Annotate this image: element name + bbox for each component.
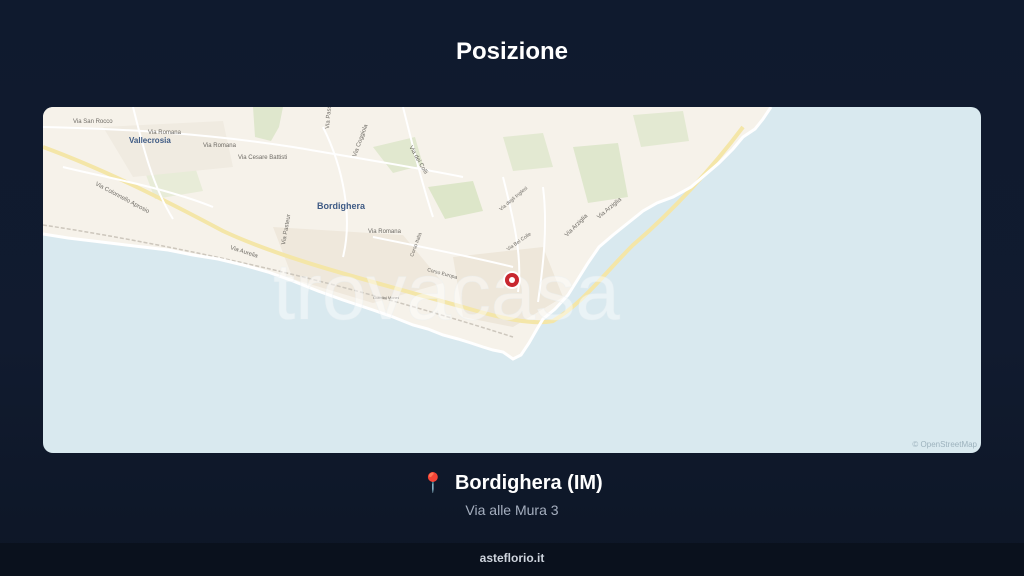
street-label: Via San Rocco bbox=[73, 119, 113, 125]
watermark: trovacasa bbox=[273, 247, 620, 336]
pin-icon: 📍 bbox=[421, 472, 445, 494]
town-label-vallecrosia: Vallecrosia bbox=[129, 136, 171, 145]
city-row: 📍 Bordighera (IM) bbox=[421, 472, 602, 495]
map[interactable]: Via San Rocco Via Romana Via Romana Via … bbox=[43, 107, 981, 453]
town-label-bordighera: Bordighera bbox=[317, 201, 366, 211]
park-area bbox=[633, 111, 689, 147]
location-info: 📍 Bordighera (IM) Via alle Mura 3 bbox=[0, 472, 1024, 518]
street-label: Via Cesare Battisti bbox=[238, 155, 287, 161]
footer-site: asteflorio.it bbox=[0, 543, 1024, 576]
address: Via alle Mura 3 bbox=[465, 502, 559, 518]
location-marker-icon[interactable] bbox=[503, 271, 521, 289]
map-attribution[interactable]: © OpenStreetMap bbox=[912, 440, 977, 449]
street-label: Via Romana bbox=[368, 229, 402, 235]
street-label: Via Romana bbox=[203, 143, 237, 149]
map-canvas[interactable]: Via San Rocco Via Romana Via Romana Via … bbox=[43, 107, 981, 453]
city-name: Bordighera (IM) bbox=[454, 472, 603, 494]
page-title: Posizione bbox=[455, 38, 569, 65]
